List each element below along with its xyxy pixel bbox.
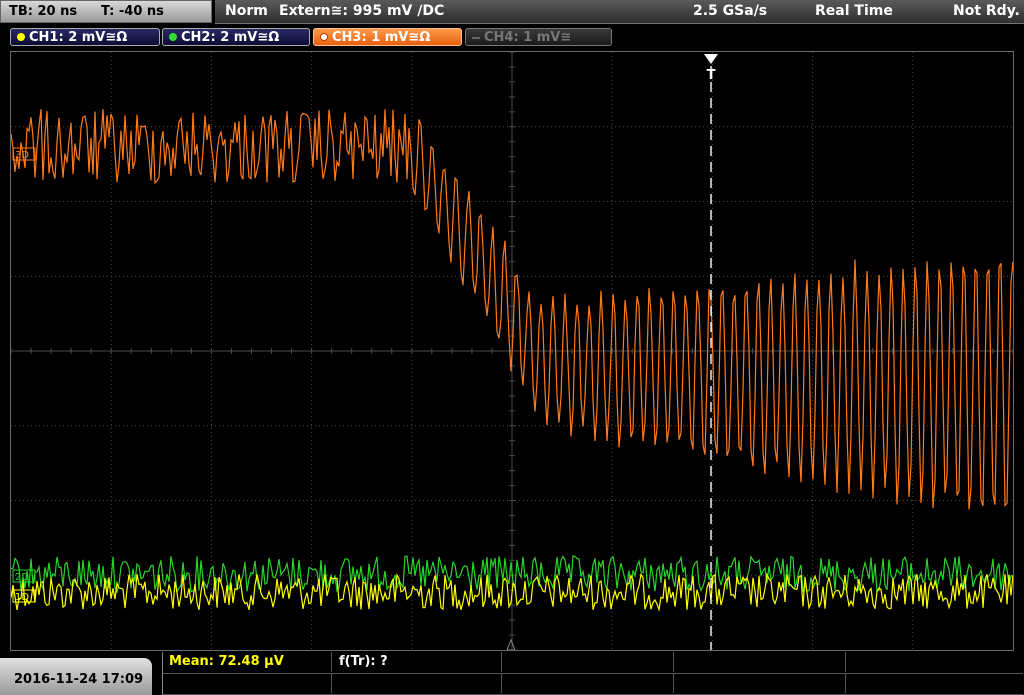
ch1-button[interactable]: CH1: 2 mV≅Ω (10, 28, 160, 46)
measurement-row (163, 673, 1023, 695)
trigger-source[interactable]: Extern≅: 995 mV ∕DC (279, 3, 444, 19)
ch2-label: CH2: 2 mV≅Ω (181, 30, 280, 45)
measurement-cell (673, 673, 846, 693)
trigger-arrow-icon[interactable] (704, 54, 718, 64)
sample-rate: 2.5 GSa/s (693, 3, 768, 19)
trigger-time-label: T: -40 ns (101, 4, 164, 19)
ch1-indicator-icon (17, 33, 25, 41)
time-reference-icon (506, 638, 516, 651)
ch4-indicator-icon (472, 37, 480, 39)
datetime-box: 2016-11-24 17:09 (0, 658, 152, 695)
measurement-cell: f(Tr): ? (331, 652, 502, 672)
ch3-label: CH3: 1 mV≅Ω (332, 30, 431, 45)
ch2-ref-label: 2D (15, 572, 29, 583)
measurement-panel[interactable]: Mean: 72.48 µV f(Tr): ? (162, 652, 1024, 695)
bottom-bar: 2016-11-24 17:09 Mean: 72.48 µV f(Tr): ? (0, 652, 1024, 695)
ch3-button[interactable]: CH3: 1 mV≅Ω (313, 28, 462, 46)
measurement-mean: Mean: 72.48 µV (169, 654, 284, 669)
waveform-canvas: T 3D 2D 1D (10, 51, 1014, 651)
channel-bar: CH1: 2 mV≅Ω CH2: 2 mV≅Ω CH3: 1 mV≅Ω CH4:… (0, 26, 1024, 48)
measurement-cell (331, 673, 502, 693)
measurement-row: Mean: 72.48 µV f(Tr): ? (163, 652, 1023, 674)
measurement-cell (501, 652, 674, 672)
waveform-display[interactable]: T 3D 2D 1D (10, 51, 1014, 651)
ch2-indicator-icon (169, 33, 177, 41)
measurement-risetime: f(Tr): ? (339, 654, 388, 669)
measurement-cell (163, 673, 332, 693)
timebase-label: TB: 20 ns (9, 4, 78, 19)
ch3-indicator-icon (320, 33, 328, 41)
ch3-ref-label: 3D (15, 150, 29, 161)
timebase-box[interactable]: TB: 20 ns T: -40 ns (0, 0, 212, 23)
datetime-label: 2016-11-24 17:09 (14, 672, 144, 687)
acquisition-mode[interactable]: Norm (225, 3, 268, 19)
measurement-cell: Mean: 72.48 µV (163, 652, 332, 672)
ch3-ref-marker[interactable]: 3D (12, 147, 36, 161)
top-bar: TB: 20 ns T: -40 ns Norm Extern≅: 995 mV… (0, 0, 1024, 25)
measurement-cell (501, 673, 674, 693)
acquisition-realtime: Real Time (815, 3, 893, 19)
ch4-button[interactable]: CH4: 1 mV≅ (465, 28, 612, 46)
ch1-label: CH1: 2 mV≅Ω (29, 30, 128, 45)
ch4-label: CH4: 1 mV≅ (484, 30, 572, 45)
measurement-cell (673, 652, 846, 672)
ch1-ref-label: 1D (15, 592, 29, 603)
status-bar: Norm Extern≅: 995 mV ∕DC 2.5 GSa/s Real … (215, 0, 1024, 24)
trigger-marker-label: T (707, 68, 716, 83)
ch2-button[interactable]: CH2: 2 mV≅Ω (162, 28, 310, 46)
trigger-status: Not Rdy. (953, 3, 1020, 19)
